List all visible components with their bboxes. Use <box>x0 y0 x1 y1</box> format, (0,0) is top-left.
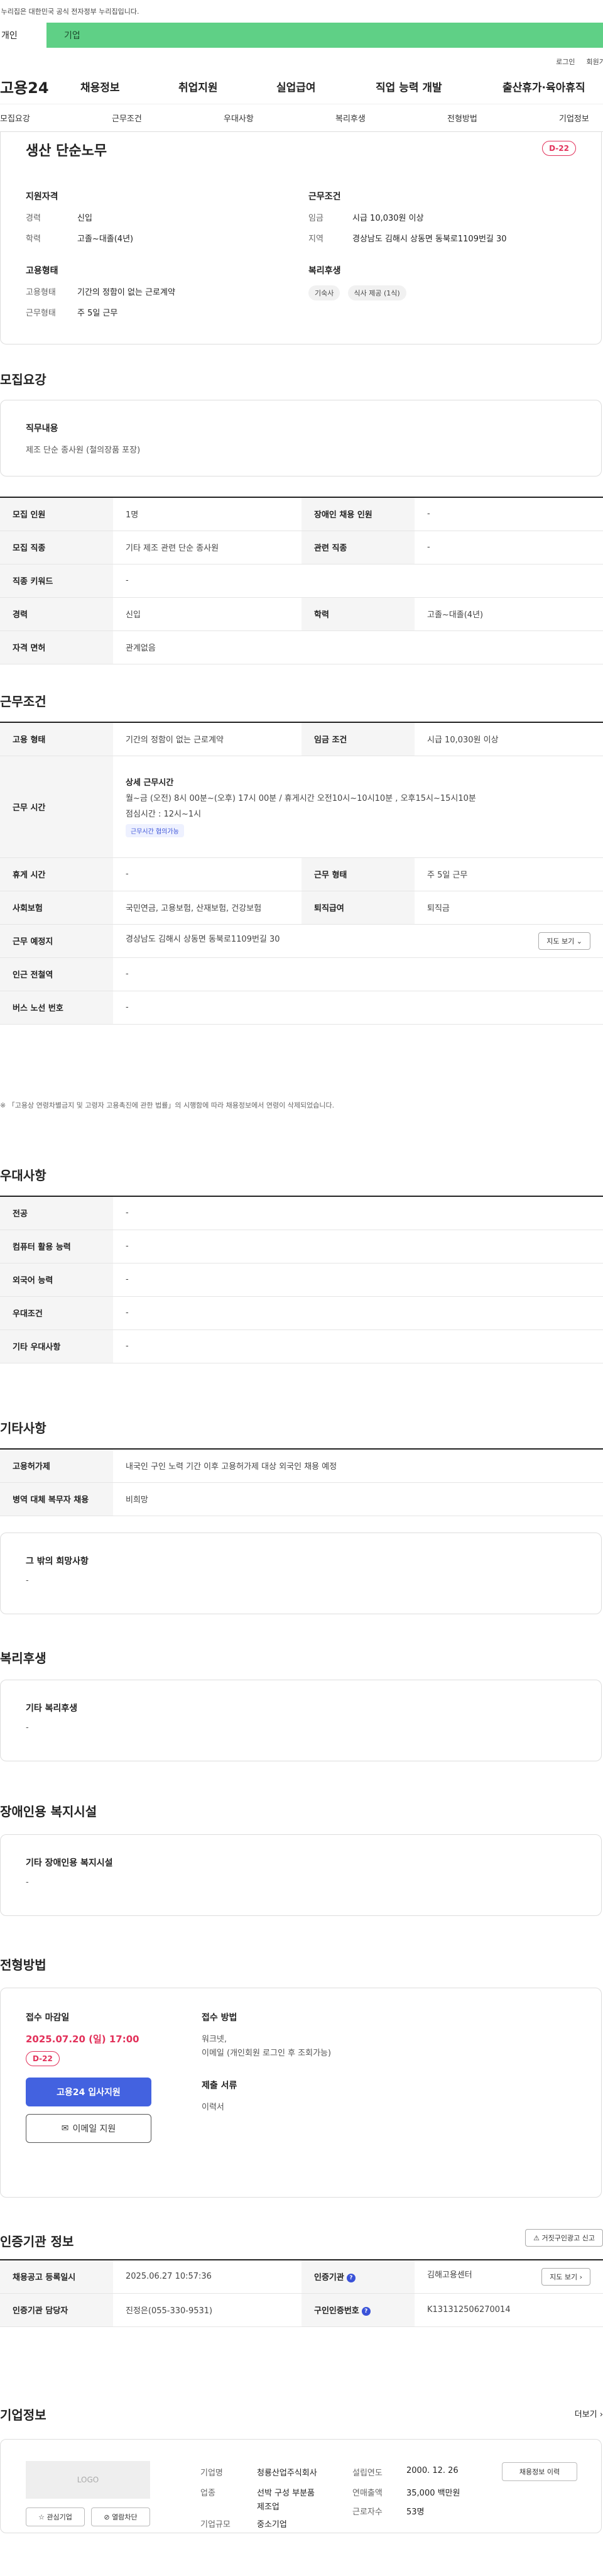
company-section: 기업정보 더보기 › LOGO ☆ 관심기업 ⊘ 열람차단 기업명 청룡산업주식… <box>0 2408 603 2576</box>
table-row: 우대조건 - <box>0 1296 603 1330</box>
block-view-button[interactable]: ⊘ 열람차단 <box>91 2507 150 2526</box>
condition-group: 근무조건 임금 시급 10,030원 이상 지역 경상남도 김해시 상동면 동북로1… <box>308 192 507 244</box>
map-view-button[interactable]: 지도 보기 ⌄ <box>538 932 590 950</box>
login-link[interactable]: 로그인 <box>556 57 575 67</box>
site-logo[interactable]: 고용24 <box>0 75 49 97</box>
utility-links: 로그인 회원가입 <box>0 54 603 69</box>
gnb-item-parental-leave[interactable]: 출산휴가·육아휴직 <box>503 79 585 94</box>
company-more-link[interactable]: 더보기 › <box>575 2408 603 2419</box>
gnb-item-job-training[interactable]: 직업 능력 개발 <box>376 79 442 94</box>
recruit-table: 모집 인원 1명 장애인 채용 인원 - 모집 직종 기타 제조 관련 단순 종… <box>0 497 603 664</box>
tab-company[interactable]: 기업 <box>46 23 80 48</box>
section-title-apply: 전형방법 <box>0 1957 46 1973</box>
table-row: 고용 형태 기간의 정함이 없는 근로계약 임금 조건 시급 10,030원 이… <box>0 722 603 756</box>
section-title-agency: 인증기관 정보 <box>0 2234 74 2249</box>
anchor-recruit[interactable]: 모집요강 <box>0 112 30 124</box>
section-title-pref: 우대사항 <box>0 1168 46 1183</box>
table-row: 근무 예정지 경상남도 김해시 상동면 동북로1109번길 30 지도 보기 ⌄ <box>0 924 603 958</box>
section-title-disabled-facilities: 장애인용 복지시설 <box>0 1804 97 1819</box>
table-row: 근무 시간 상세 근무시간 월~금 (오전) 8시 00분~(오후) 17시 0… <box>0 756 603 858</box>
job-description-box: 직무내용 제조 단순 종사원 (철의장품 포장) <box>0 400 602 476</box>
disabled-facilities-box: 기타 장애인용 복지시설 - <box>0 1834 602 1916</box>
section-title-welfare: 복리후생 <box>0 1651 46 1666</box>
gov-notice-bar: 이 누리집은 대한민국 공식 전자정부 누리집입니다. <box>0 0 603 23</box>
detail-sections: 모집요강 직무내용 제조 단순 종사원 (철의장품 포장) 모집 인원 1명 장… <box>0 344 603 2419</box>
report-false-ad-button[interactable]: ⚠ 거짓구인광고 신고 <box>525 2229 603 2247</box>
anchor-welfare[interactable]: 복리후생 <box>335 112 366 124</box>
section-title-recruit: 모집요강 <box>0 372 46 387</box>
table-row: 기타 우대사항 - <box>0 1329 603 1363</box>
user-type-tabs: 개인 기업 <box>0 23 603 48</box>
anchor-apply[interactable]: 전형방법 <box>447 112 477 124</box>
anchor-company[interactable]: 기업정보 <box>559 112 589 124</box>
hours-negotiable-tag: 근무시간 협의가능 <box>126 824 184 837</box>
company-info-box: LOGO ☆ 관심기업 ⊘ 열람차단 기업명 청룡산업주식회사 업종 선박 구성… <box>0 2439 602 2533</box>
star-icon: ☆ <box>38 2513 45 2521</box>
signup-link[interactable]: 회원가입 <box>587 57 603 67</box>
anchor-work[interactable]: 근무조건 <box>112 112 142 124</box>
table-row: 채용공고 등록일시 2025.06.27 10:57:36 인증기관? 김해고용… <box>0 2260 603 2294</box>
dday-badge: D-22 <box>542 141 576 156</box>
gnb-item-employment-support[interactable]: 취업지원 <box>178 79 218 94</box>
etc-table: 고용허가제 내국인 구인 노력 기간 이후 고용허가제 대상 외국인 채용 예정 … <box>0 1448 603 1516</box>
global-nav: 고용24 채용정보 취업지원 실업급여 직업 능력 개발 출산휴가·육아휴직 <box>0 69 603 104</box>
job-title: 생산 단순노무 <box>26 143 107 159</box>
job-history-button[interactable]: 채용정보 이력 <box>502 2462 577 2481</box>
table-row: 병역 대체 복무자 채용 비희망 <box>0 1482 603 1516</box>
job-summary-card: 생산 단순노무 D-22 지원자격 경력 신입 학력 고졸~대졸(4년) 근무조건 … <box>0 132 602 344</box>
block-icon: ⊘ <box>104 2513 110 2521</box>
section-title-work: 근무조건 <box>0 694 46 709</box>
apply-dday-badge: D-22 <box>26 2051 60 2066</box>
employment-type-group: 고용형태 고용형태 기간의 정함이 없는 근로계약 근무형태 주 5일 근무 <box>26 266 175 318</box>
table-row: 모집 직종 기타 제조 관련 단순 종사원 관련 직종 - <box>0 531 603 564</box>
work-hours-detail: 상세 근무시간 월~금 (오전) 8시 00분~(오후) 17시 00분 / 휴… <box>113 756 603 858</box>
anchor-pref[interactable]: 우대사항 <box>224 112 254 124</box>
help-icon[interactable]: ? <box>346 2273 356 2282</box>
section-anchor-nav: 모집요강 근무조건 우대사항 복리후생 전형방법 기업정보 <box>0 104 603 132</box>
welfare-group: 복리후생 기숙사 식사 제공 (1식) <box>308 264 560 300</box>
pref-table: 전공 - 컴퓨터 활용 능력 - 외국어 능력 - 우대조건 - 기타 우대사항 - <box>0 1196 603 1363</box>
table-row: 외국어 능력 - <box>0 1263 603 1297</box>
apply-goyong24-button[interactable]: 고용24 입사지원 <box>26 2078 151 2106</box>
table-row: 자격 면허 관계없음 <box>0 630 603 664</box>
company-logo: LOGO <box>26 2461 150 2499</box>
table-row: 모집 인원 1명 장애인 채용 인원 - <box>0 497 603 531</box>
gnb-item-unemployment-benefit[interactable]: 실업급여 <box>276 79 316 94</box>
table-row: 경력 신입 학력 고졸~대졸(4년) <box>0 597 603 631</box>
agency-map-button[interactable]: 지도 보기 › <box>541 2267 590 2286</box>
mail-icon: ✉ <box>61 2123 69 2133</box>
other-wishes-box: 그 밖의 희망사항 - <box>0 1533 602 1614</box>
table-row: 고용허가제 내국인 구인 노력 기간 이후 고용허가제 대상 외국인 채용 예정 <box>0 1449 603 1483</box>
gnb-item-jobs[interactable]: 채용정보 <box>80 79 120 94</box>
table-row: 버스 노선 번호 - <box>0 991 603 1025</box>
alert-icon: ⚠ <box>533 2234 540 2242</box>
welfare-chip: 기숙사 <box>308 285 340 300</box>
qualification-group: 지원자격 경력 신입 학력 고졸~대졸(4년) <box>26 192 134 244</box>
section-title-etc: 기타사항 <box>0 1421 46 1436</box>
agency-table: 채용공고 등록일시 2025.06.27 10:57:36 인증기관? 김해고용… <box>0 2259 603 2327</box>
table-row: 사회보험 국민연금, 고용보험, 산재보험, 건강보험 퇴직급여 퇴직금 <box>0 891 603 925</box>
apply-method-box: 접수 마감일 2025.07.20 (일) 17:00 D-22 고용24 입사… <box>0 1988 602 2198</box>
age-notice: ※ 「고용상 연령차별금지 및 고령자 고용촉진에 관한 법률」의 시행함에 따… <box>0 1101 335 1109</box>
tab-personal[interactable]: 개인 <box>0 23 46 48</box>
section-title-company: 기업정보 <box>0 2408 46 2423</box>
table-row: 직종 키워드 - <box>0 564 603 598</box>
help-icon[interactable]: ? <box>361 2306 371 2316</box>
chevron-down-icon: ⌄ <box>576 937 582 945</box>
work-table: 고용 형태 기간의 정함이 없는 근로계약 임금 조건 시급 10,030원 이… <box>0 722 603 1025</box>
table-row: 전공 - <box>0 1196 603 1230</box>
welfare-box: 기타 복리후생 - <box>0 1680 602 1761</box>
table-row: 컴퓨터 활용 능력 - <box>0 1230 603 1263</box>
table-row: 인증기관 담당자 진정은(055-330-9531) 구인인증번호? K1313… <box>0 2293 603 2327</box>
apply-email-button[interactable]: ✉ 이메일 지원 <box>26 2114 151 2143</box>
welfare-chip: 식사 제공 (1식) <box>347 285 406 300</box>
interest-company-button[interactable]: ☆ 관심기업 <box>26 2507 85 2526</box>
gov-notice-text: 이 누리집은 대한민국 공식 전자정부 누리집입니다. <box>0 8 139 16</box>
deadline-date: 2025.07.20 (일) 17:00 <box>26 2034 139 2045</box>
table-row: 인근 전철역 - <box>0 957 603 991</box>
table-row: 휴게 시간 - 근무 형태 주 5일 근무 <box>0 857 603 891</box>
